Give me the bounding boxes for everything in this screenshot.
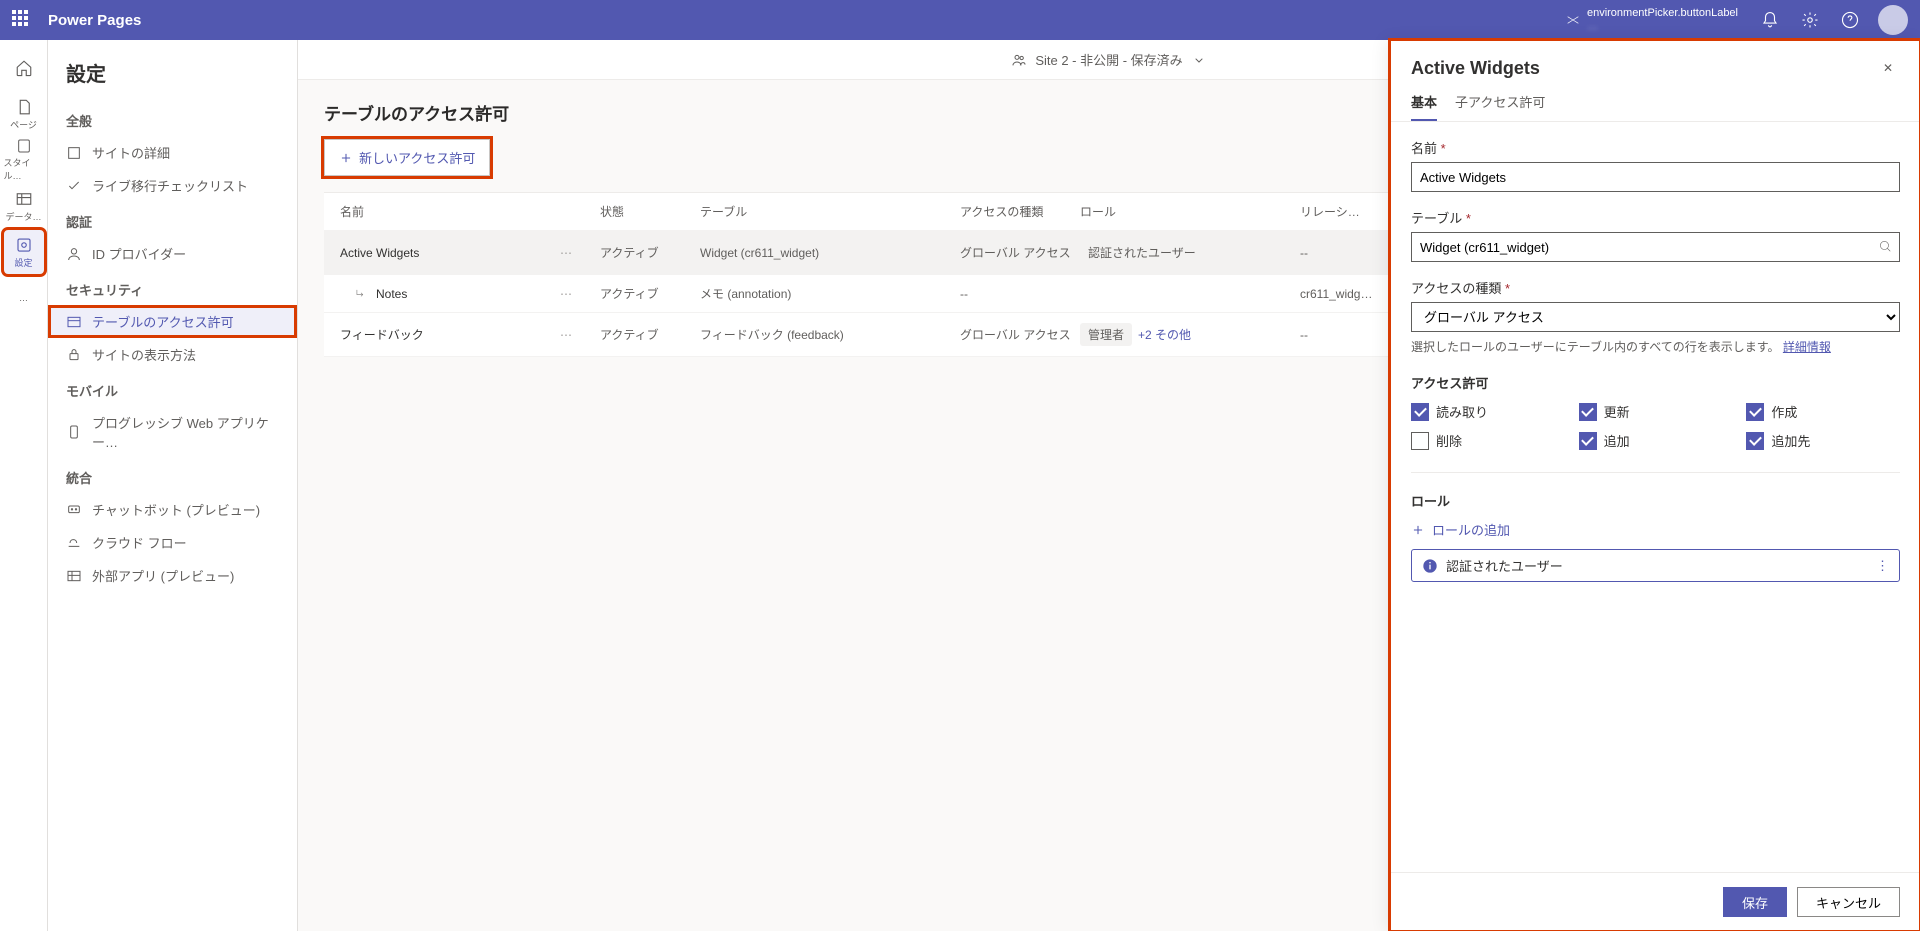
- table-input[interactable]: [1411, 232, 1900, 262]
- chk-create[interactable]: [1746, 403, 1764, 421]
- rail-more[interactable]: …: [4, 276, 44, 320]
- row-more-icon[interactable]: ⋯: [560, 246, 600, 260]
- user-avatar[interactable]: [1878, 5, 1908, 35]
- sb-item-table-permissions[interactable]: テーブルのアクセス許可: [48, 305, 297, 338]
- sb-group-integrate: 統合: [48, 458, 297, 493]
- env-label: environmentPicker.buttonLabel: [1587, 7, 1738, 20]
- sb-item-site-details[interactable]: サイトの詳細: [48, 136, 297, 169]
- rail-home[interactable]: [4, 46, 44, 90]
- sb-item-go-live-checklist[interactable]: ライブ移行チェックリスト: [48, 169, 297, 202]
- col-name: 名前: [340, 203, 560, 220]
- new-permission-button[interactable]: 新しいアクセス許可: [324, 139, 490, 176]
- learn-more-link[interactable]: 詳細情報: [1783, 340, 1831, 354]
- name-input[interactable]: [1411, 162, 1900, 192]
- sb-item-external-apps[interactable]: 外部アプリ (プレビュー): [48, 559, 297, 592]
- row-more-icon[interactable]: ⋯: [560, 287, 600, 301]
- close-icon[interactable]: ✕: [1876, 56, 1900, 80]
- row-more-icon[interactable]: ⋯: [560, 328, 600, 342]
- settings-icon[interactable]: [1790, 0, 1830, 40]
- role-entry-more-icon[interactable]: ⋮: [1876, 558, 1889, 574]
- chk-update[interactable]: [1579, 403, 1597, 421]
- edit-permission-panel: Active Widgets ✕ 基本 子アクセス許可 名前 * テーブル * …: [1390, 40, 1920, 931]
- save-button[interactable]: 保存: [1723, 887, 1787, 917]
- sb-group-general: 全般: [48, 101, 297, 136]
- sb-item-cloud-flow[interactable]: クラウド フロー: [48, 526, 297, 559]
- chk-appendto[interactable]: [1746, 432, 1764, 450]
- search-icon: [1878, 239, 1892, 253]
- sidebar-title: 設定: [48, 52, 297, 101]
- chk-delete[interactable]: [1411, 432, 1429, 450]
- col-state: 状態: [600, 203, 700, 220]
- sb-item-id-providers[interactable]: ID プロバイダー: [48, 237, 297, 270]
- cancel-button[interactable]: キャンセル: [1797, 887, 1900, 917]
- panel-title: Active Widgets: [1411, 58, 1876, 79]
- brand-title: Power Pages: [48, 12, 141, 29]
- col-access: アクセスの種類: [960, 203, 1080, 220]
- roles-heading: ロール: [1411, 472, 1900, 510]
- field-name: 名前 *: [1411, 138, 1900, 192]
- sb-item-site-visibility[interactable]: サイトの表示方法: [48, 338, 297, 371]
- site-bar-text: Site 2 - 非公開 - 保存済み: [1035, 50, 1182, 69]
- role-chip: 認証されたユーザー: [1080, 241, 1204, 264]
- top-header: Power Pages environmentPicker.buttonLabe…: [0, 0, 1920, 40]
- sb-item-chatbot[interactable]: チャットボット (プレビュー): [48, 493, 297, 526]
- rail-pages[interactable]: ページ: [4, 92, 44, 136]
- field-access-type: アクセスの種類 * グローバル アクセス 選択したロールのユーザーにテーブル内の…: [1411, 278, 1900, 355]
- add-role-button[interactable]: ロールの追加: [1411, 520, 1900, 539]
- role-chip: 管理者: [1080, 323, 1132, 346]
- permissions-heading: アクセス許可: [1411, 373, 1900, 392]
- environment-picker[interactable]: environmentPicker.buttonLabel …: [1565, 7, 1738, 33]
- role-entry-label: 認証されたユーザー: [1446, 556, 1563, 575]
- info-icon: [1422, 558, 1438, 574]
- chevron-down-icon: [1191, 52, 1207, 68]
- plus-icon: [339, 151, 353, 165]
- sb-item-pwa[interactable]: プログレッシブ Web アプリケー…: [48, 406, 297, 458]
- sb-group-auth: 認証: [48, 202, 297, 237]
- rail-styling[interactable]: スタイル…: [4, 138, 44, 182]
- plus-icon: [1411, 523, 1425, 537]
- env-sub: …: [1587, 20, 1738, 33]
- notifications-icon[interactable]: [1750, 0, 1790, 40]
- tab-child-permissions[interactable]: 子アクセス許可: [1455, 92, 1545, 121]
- people-icon: [1011, 52, 1027, 68]
- nav-rail: ページ スタイル… データ… 設定 …: [0, 40, 48, 931]
- chk-read[interactable]: [1411, 403, 1429, 421]
- rail-setup[interactable]: 設定: [4, 230, 44, 274]
- settings-sidebar: 設定 全般 サイトの詳細 ライブ移行チェックリスト 認証 ID プロバイダー セ…: [48, 40, 298, 931]
- tab-basic[interactable]: 基本: [1411, 92, 1437, 121]
- sb-group-security: セキュリティ: [48, 270, 297, 305]
- permissions-grid: 読み取り 更新 作成 削除 追加 追加先: [1411, 402, 1900, 450]
- app-launcher-icon[interactable]: [12, 10, 32, 30]
- col-role: ロール: [1080, 203, 1300, 220]
- sb-group-mobile: モバイル: [48, 371, 297, 406]
- help-icon[interactable]: [1830, 0, 1870, 40]
- chk-append[interactable]: [1579, 432, 1597, 450]
- col-table: テーブル: [700, 203, 960, 220]
- role-more-link[interactable]: +2 その他: [1138, 328, 1191, 342]
- child-arrow-icon: [354, 287, 368, 301]
- rail-data[interactable]: データ…: [4, 184, 44, 228]
- role-entry: 認証されたユーザー ⋮: [1411, 549, 1900, 582]
- access-type-select[interactable]: グローバル アクセス: [1411, 302, 1900, 332]
- field-table: テーブル *: [1411, 208, 1900, 262]
- panel-tabs: 基本 子アクセス許可: [1391, 80, 1920, 122]
